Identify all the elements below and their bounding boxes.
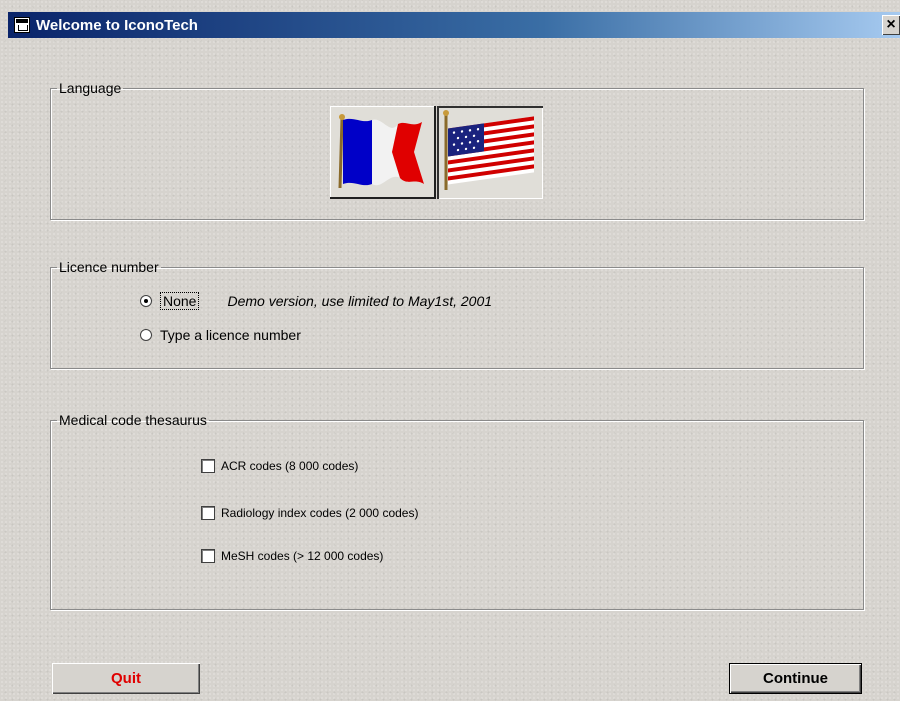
american-flag-icon (443, 110, 534, 190)
demo-version-note: Demo version, use limited to May1st, 200… (227, 293, 493, 309)
licence-none-option[interactable]: None Demo version, use limited to May1st… (140, 292, 492, 310)
title-bar: Welcome to IconoTech × (8, 12, 900, 38)
licence-type-option[interactable]: Type a licence number (140, 327, 301, 343)
french-language-button[interactable] (330, 106, 436, 199)
licence-none-label: None (160, 292, 200, 310)
medical-thesaurus-group: Medical code thesaurus (50, 412, 864, 610)
radiology-codes-label: Radiology index codes (2 000 codes) (221, 506, 419, 520)
language-legend: Language (59, 80, 122, 96)
acr-codes-label: ACR codes (8 000 codes) (221, 459, 359, 473)
licence-group: Licence number (50, 259, 864, 369)
thesaurus-item-radiology[interactable]: Radiology index codes (2 000 codes) (201, 506, 418, 520)
thesaurus-item-acr[interactable]: ACR codes (8 000 codes) (201, 459, 358, 473)
continue-button[interactable]: Continue (729, 663, 862, 694)
thesaurus-item-mesh[interactable]: MeSH codes (> 12 000 codes) (201, 549, 383, 563)
licence-legend: Licence number (59, 259, 159, 275)
mesh-codes-label: MeSH codes (> 12 000 codes) (221, 549, 384, 563)
window-title: Welcome to IconoTech (36, 16, 198, 34)
radio-type-licence[interactable] (140, 329, 152, 341)
licence-type-label: Type a licence number (160, 327, 301, 343)
checkbox-acr[interactable] (201, 459, 215, 473)
close-button[interactable]: × (882, 15, 900, 35)
radio-none[interactable] (140, 295, 152, 307)
french-flag-icon (338, 114, 424, 189)
thesaurus-legend: Medical code thesaurus (59, 412, 207, 428)
checkbox-radiology[interactable] (201, 506, 215, 520)
english-language-button[interactable] (437, 106, 543, 199)
app-icon (14, 17, 30, 33)
checkbox-mesh[interactable] (201, 549, 215, 563)
quit-button[interactable]: Quit (52, 663, 200, 694)
